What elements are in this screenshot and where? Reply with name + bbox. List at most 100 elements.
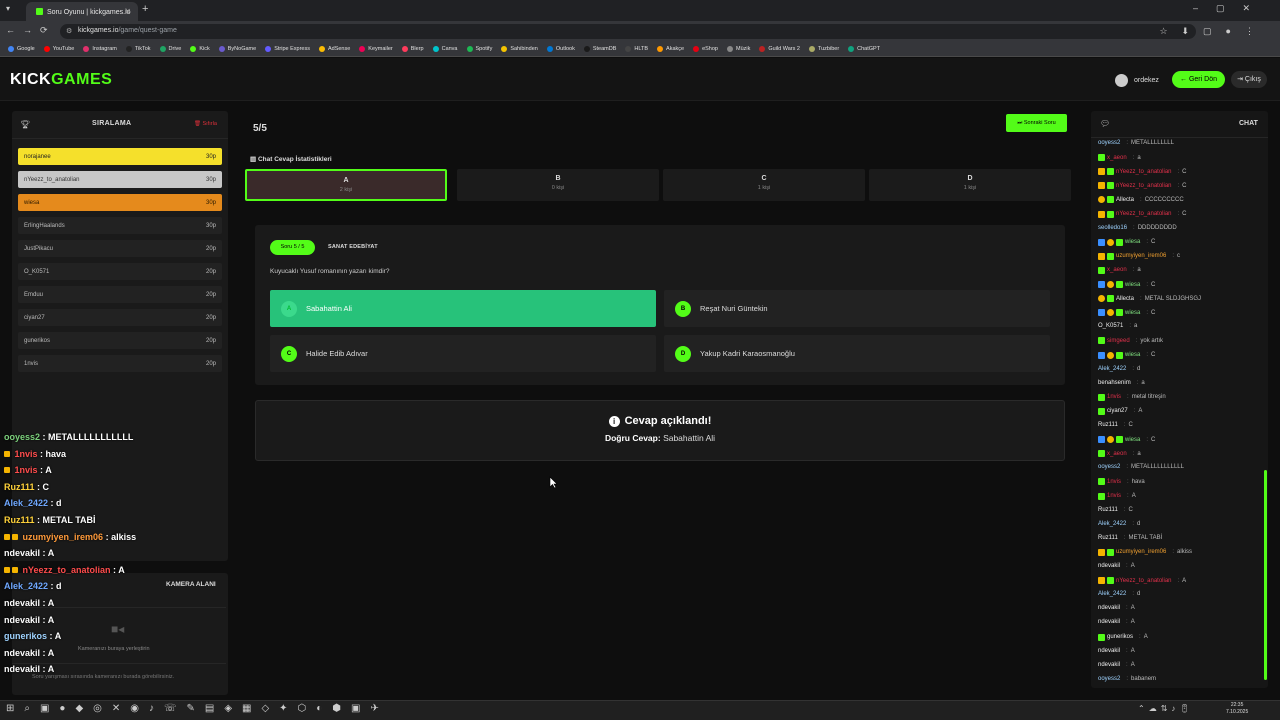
bookmark-item[interactable]: Google [8, 46, 35, 52]
system-tray-icons[interactable]: ⌃☁⇅♪🔋︎ [1138, 704, 1194, 713]
chat-scrollbar[interactable] [1264, 470, 1267, 680]
answer-option-d[interactable]: D Yakup Kadri Karaosmanoğlu [664, 335, 1050, 372]
browser-toolbar-icons[interactable]: ☆⬇▢●⋮ [1159, 26, 1268, 37]
site-logo[interactable]: KICKGAMES [10, 71, 112, 89]
chat-username[interactable]: wiesa [1125, 239, 1140, 245]
chat-separator: : [1126, 464, 1129, 471]
chat-username[interactable]: Alek_2422 [1098, 521, 1126, 527]
chat-username[interactable]: 1nvis [1107, 493, 1121, 499]
chat-username[interactable]: wiesa [1125, 352, 1140, 358]
chat-username[interactable]: nYeezz_to_anatolian [1116, 578, 1172, 584]
bookmark-item[interactable]: Sahibinden [501, 46, 538, 52]
taskbar-clock[interactable]: 22:35 7.10.2025 [1226, 702, 1248, 716]
back-button[interactable]: ← Geri Dön [1172, 71, 1225, 88]
chat-username[interactable]: x_aeon [1107, 155, 1127, 161]
bookmark-item[interactable]: Blerp [401, 46, 424, 52]
bookmark-item[interactable]: Instagram [83, 46, 117, 52]
chat-username[interactable]: ndevakil [1098, 619, 1120, 625]
tab-search-icon[interactable]: ▾ [6, 4, 10, 13]
bookmark-item[interactable]: Kick [190, 46, 210, 52]
bookmark-item[interactable]: SteamDB [583, 46, 616, 52]
chat-username[interactable]: 1nvis [1107, 394, 1121, 400]
chat-username[interactable]: wiesa [1125, 437, 1140, 443]
chat-text: A [1130, 619, 1135, 626]
chat-username[interactable]: gunerikos [1107, 634, 1133, 640]
reset-button[interactable]: 🗑︎ Sıfırla [194, 121, 217, 127]
chat-username[interactable]: Ruz111 [1098, 535, 1118, 541]
chat-username[interactable]: 1nvis [1107, 479, 1121, 485]
chat-username[interactable]: ndevakil [1098, 605, 1120, 611]
bookmark-item[interactable]: Müzik [726, 46, 750, 52]
overlay-chat-line: Alek_2422 : d [4, 581, 62, 591]
chat-username[interactable]: ooyess2 [1098, 140, 1120, 146]
bookmark-item[interactable]: eShop [693, 46, 718, 52]
chat-username[interactable]: Ruz111 [1098, 507, 1118, 513]
chat-username[interactable]: x_aeon [1107, 451, 1127, 457]
chat-username[interactable]: nYeezz_to_anatolian [1116, 211, 1172, 217]
taskbar-app-icons[interactable]: ⊞⌕▣●◆◎✕◉♪☏✎▤◈▦◇✦⬡◐⬢▣✈ [6, 703, 389, 714]
url-input[interactable]: kickgames.io/game/quest-game [60, 24, 1196, 39]
answer-option-b[interactable]: B Reşat Nuri Güntekin [664, 290, 1050, 327]
chat-username[interactable]: simgeed [1107, 338, 1130, 344]
chat-username[interactable]: ooyess2 [1098, 464, 1120, 470]
tab-close-icon[interactable]: ✕ [124, 7, 131, 16]
chat-username[interactable]: uzumyiyen_irem06 [1116, 253, 1166, 259]
bookmark-item[interactable]: Tuzbiber [808, 46, 839, 52]
chat-separator: : [1136, 379, 1139, 386]
chat-username[interactable]: x_aeon [1107, 267, 1127, 273]
chat-separator: : [1132, 154, 1135, 161]
chat-username[interactable]: ooyess2 [1098, 676, 1120, 682]
browser-tab[interactable]: Soru Oyunu | kickgames.io ✕ [26, 2, 138, 21]
bookmark-item[interactable]: Akakçe [657, 46, 684, 52]
chat-username[interactable]: Allecta [1116, 296, 1134, 302]
player-name: Emduu [24, 291, 44, 298]
site-info-icon[interactable]: ⚙ [66, 27, 72, 35]
chat-text: A [1130, 563, 1135, 569]
chat-username[interactable]: wiesa [1125, 282, 1140, 288]
chat-username[interactable]: nYeezz_to_anatolian [1116, 183, 1172, 189]
bookmark-item[interactable]: Stripe Express [265, 46, 310, 52]
chat-message: ndevakil: A [1098, 648, 1135, 654]
exit-button[interactable]: ⇥ Çıkış [1231, 71, 1267, 88]
chat-username[interactable]: Ruz111 [1098, 422, 1118, 428]
user-profile[interactable]: ordekez [1115, 72, 1159, 88]
bookmark-favicon-icon [501, 46, 508, 52]
chat-text: a [1137, 450, 1141, 457]
bookmark-item[interactable]: Spotify [466, 46, 492, 52]
chat-username[interactable]: Alek_2422 [1098, 591, 1126, 597]
chat-username[interactable]: nYeezz_to_anatolian [1116, 169, 1172, 175]
answer-option-a[interactable]: A Sabahattin Ali [270, 290, 656, 327]
bookmark-item[interactable]: Outlook [546, 46, 575, 52]
bookmark-item[interactable]: Keymailer [359, 46, 393, 52]
chat-username[interactable]: ndevakil [1098, 662, 1120, 668]
bookmark-item[interactable]: HLTB [625, 46, 648, 52]
chat-username[interactable]: seolledo16 [1098, 225, 1127, 231]
chat-username[interactable]: Alek_2422 [1098, 366, 1126, 372]
chat-username[interactable]: uzumyiyen_irem06 [1116, 549, 1166, 555]
answer-option-c[interactable]: C Halide Edib Adıvar [270, 335, 656, 372]
bookmark-favicon-icon [359, 46, 366, 52]
tab-favicon-icon [36, 8, 43, 15]
nav-buttons[interactable]: ←→⟳ [6, 25, 56, 36]
chat-username[interactable]: ndevakil [1098, 648, 1120, 654]
bookmark-item[interactable]: Guild Wars 2 [759, 46, 800, 52]
bookmark-item[interactable]: ByNoGame [218, 46, 256, 52]
bookmark-item[interactable]: Canva [432, 46, 458, 52]
bookmark-item[interactable]: Drive [159, 46, 181, 52]
chat-username[interactable]: wiesa [1125, 310, 1140, 316]
chat-username[interactable]: ciyan27 [1107, 408, 1128, 414]
chat-username[interactable]: benahsenim [1098, 380, 1131, 386]
window-controls[interactable]: –▢✕ [1193, 3, 1268, 14]
overlay-chat-line: ooyess2 : METALLLLLLLLLLL [4, 432, 134, 442]
bookmark-item[interactable]: AdSense [318, 46, 350, 52]
chat-username[interactable]: ndevakil [1098, 563, 1120, 569]
overlay-user: ndevakil [4, 648, 41, 658]
new-tab-icon[interactable]: + [142, 3, 148, 15]
chat-username[interactable]: Allecta [1116, 197, 1134, 203]
next-question-button[interactable]: ⏭ Sonraki Soru [1006, 114, 1067, 132]
bookmark-item[interactable]: YouTube [43, 46, 74, 52]
bookmark-item[interactable]: ChatGPT [848, 46, 880, 52]
chat-separator: : [1177, 577, 1180, 584]
chat-username[interactable]: O_K0571 [1098, 323, 1123, 329]
bookmark-item[interactable]: TikTok [125, 46, 151, 52]
